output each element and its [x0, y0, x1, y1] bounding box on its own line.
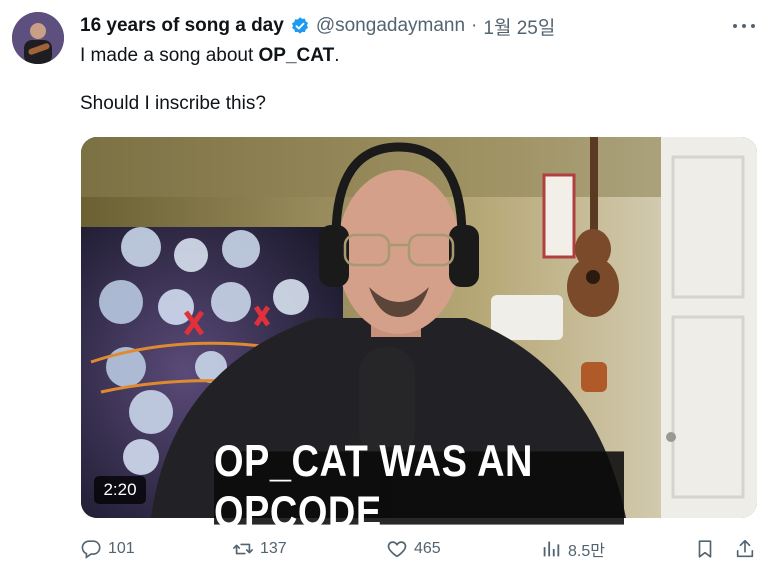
heart-icon [387, 541, 407, 558]
tweet-actions: 101 137 465 8.5만 [80, 536, 760, 562]
views-count: 8.5만 [568, 543, 605, 560]
views-chart-icon [543, 541, 560, 557]
reply-button[interactable]: 101 [80, 536, 135, 562]
retweet-icon [233, 543, 253, 555]
share-icon [736, 539, 754, 558]
tweet-text-line-1: I made a song about OP_CAT. [80, 44, 740, 68]
reply-count: 101 [108, 540, 135, 557]
video-caption: OP_CAT WAS AN OPCODE [214, 437, 624, 538]
verified-badge-icon [291, 17, 308, 34]
tweet-header: 16 years of song a day @songadaymann · 1… [80, 13, 713, 40]
bookmark-icon [698, 540, 712, 558]
retweet-count: 137 [260, 540, 287, 557]
author-name[interactable]: 16 years of song a day [80, 15, 284, 37]
author-avatar[interactable] [12, 12, 64, 64]
tweet-text: I made a song about OP_CAT. Should I ins… [80, 44, 740, 116]
text-bold-term: OP_CAT [258, 45, 335, 66]
like-button[interactable]: 465 [386, 536, 441, 562]
reply-icon [81, 540, 101, 559]
retweet-button[interactable]: 137 [232, 536, 287, 562]
avatar-image [12, 12, 64, 64]
tweet-date[interactable]: 1월 25일 [483, 13, 555, 40]
like-count: 465 [414, 540, 441, 557]
text-suffix: . [334, 45, 340, 66]
more-options-button[interactable] [733, 18, 755, 34]
video-duration: 2:20 [94, 476, 146, 504]
views-button[interactable]: 8.5만 [540, 536, 605, 562]
bookmark-button[interactable] [694, 536, 716, 562]
text-prefix: I made a song about [80, 45, 259, 66]
author-handle[interactable]: @songadaymann [316, 15, 465, 37]
tweet-text-line-2: Should I inscribe this? [80, 93, 266, 114]
more-horizontal-icon [733, 24, 737, 28]
separator-dot: · [471, 15, 478, 36]
share-button[interactable] [734, 536, 756, 562]
